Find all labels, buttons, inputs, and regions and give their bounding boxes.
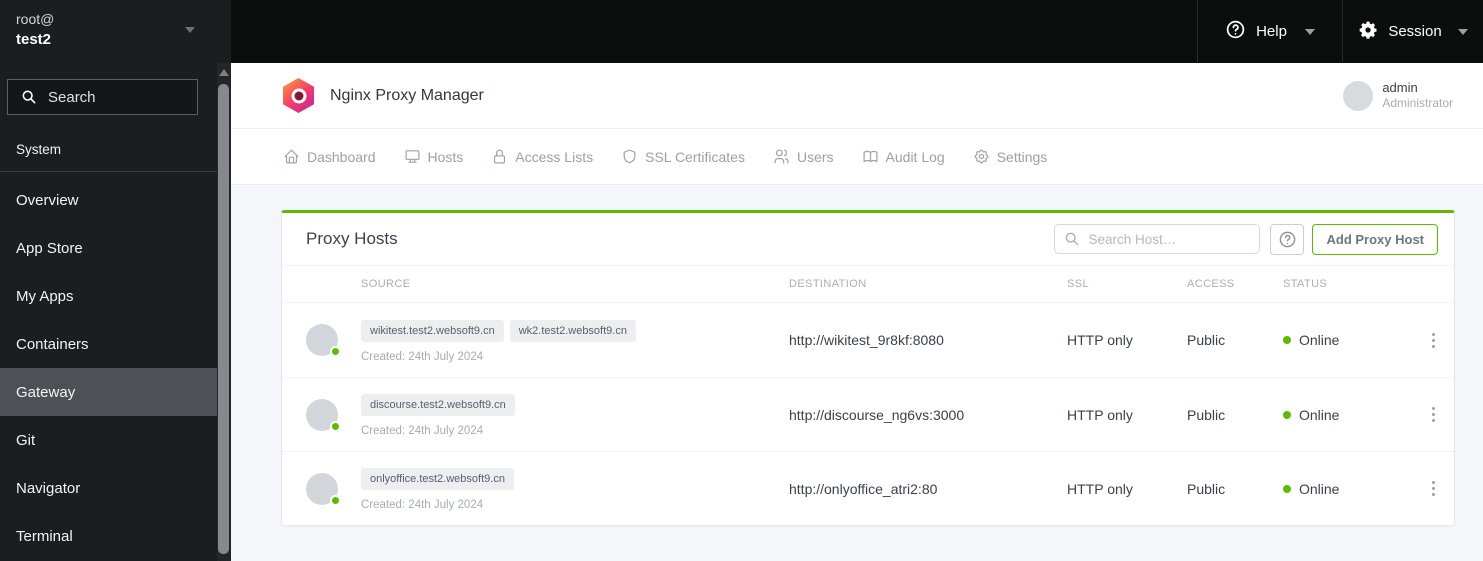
status-badge: Online [1299, 406, 1340, 423]
help-menu[interactable]: Help [1197, 0, 1342, 63]
shield-icon [623, 149, 636, 164]
app-header: Nginx Proxy Manager admin Administrator [231, 63, 1483, 128]
help-circle-icon [1225, 19, 1246, 44]
column-destination: DESTINATION [789, 278, 867, 290]
domain-tag: wk2.test2.websoft9.cn [509, 319, 636, 342]
tab-ssl-certificates[interactable]: SSL Certificates [621, 148, 745, 165]
main-content: Nginx Proxy Manager admin Administrator … [231, 63, 1483, 561]
sidebar-item-gateway[interactable]: Gateway [0, 368, 217, 416]
access-value: Public [1187, 480, 1226, 497]
tab-users[interactable]: Users [773, 148, 834, 165]
sidebar-item-terminal[interactable]: Terminal [0, 512, 217, 560]
sidebar-divider [0, 171, 217, 172]
chevron-down-icon [185, 27, 195, 33]
table-row: discourse.test2.websoft9.cn Created: 24t… [282, 377, 1454, 451]
status-badge: Online [1299, 480, 1340, 497]
nav-tabs: Dashboard Hosts Access Lists SSL Certifi… [231, 128, 1483, 185]
tab-audit-log[interactable]: Audit Log [862, 148, 945, 165]
table-row: onlyoffice.test2.websoft9.cn Created: 24… [282, 451, 1454, 525]
sidebar-item-navigator[interactable]: Navigator [0, 464, 217, 512]
column-ssl: SSL [1067, 278, 1089, 290]
access-value: Public [1187, 406, 1226, 423]
ssl-value: HTTP only [1067, 406, 1133, 423]
users-icon [774, 149, 789, 164]
sidebar-item-containers[interactable]: Containers [0, 320, 217, 368]
sidebar-nav: Overview App Store My Apps Containers Ga… [0, 176, 217, 560]
status-dot-icon [1283, 336, 1291, 344]
column-access: ACCESS [1187, 278, 1235, 290]
help-button[interactable] [1270, 223, 1305, 255]
search-icon [22, 90, 36, 104]
row-menu-button[interactable] [1423, 329, 1443, 352]
npm-logo-icon [283, 78, 314, 113]
tab-hosts[interactable]: Hosts [404, 148, 463, 165]
created-date: Created: 24th July 2024 [361, 350, 484, 363]
help-circle-icon [1279, 231, 1296, 247]
chevron-down-icon [1457, 28, 1468, 35]
user-menu[interactable]: admin Administrator [1343, 80, 1453, 111]
ssl-value: HTTP only [1067, 480, 1133, 497]
tab-access-lists[interactable]: Access Lists [491, 148, 593, 165]
domain-tag: discourse.test2.websoft9.cn [361, 394, 515, 416]
access-value: Public [1187, 332, 1226, 348]
sidebar-item-overview[interactable]: Overview [0, 176, 217, 224]
created-date: Created: 24th July 2024 [361, 425, 484, 437]
host-name-label: test2 [16, 31, 52, 48]
session-label: Session [1388, 23, 1442, 40]
status-dot-icon [1283, 410, 1291, 419]
add-proxy-host-button[interactable]: Add Proxy Host [1312, 223, 1438, 255]
column-status: STATUS [1283, 278, 1328, 290]
row-menu-button[interactable] [1423, 477, 1443, 500]
online-dot-icon [330, 346, 341, 357]
created-date: Created: 24th July 2024 [361, 499, 484, 511]
help-label: Help [1256, 23, 1287, 40]
gear-icon [974, 149, 989, 164]
row-menu-button[interactable] [1423, 403, 1443, 426]
online-dot-icon [330, 420, 341, 432]
page-title: Proxy Hosts [306, 229, 398, 248]
lock-icon [494, 149, 506, 164]
table-row: wikitest.test2.websoft9.cn wk2.test2.web… [282, 303, 1454, 377]
sidebar-search-input[interactable] [48, 88, 187, 106]
scroll-up-arrow-icon[interactable] [219, 69, 229, 76]
host-user-label: root@ [16, 11, 55, 27]
column-source: SOURCE [361, 278, 411, 290]
status-badge: Online [1299, 332, 1340, 348]
book-icon [863, 150, 878, 163]
domain-tag: onlyoffice.test2.websoft9.cn [361, 468, 514, 490]
ssl-value: HTTP only [1067, 332, 1133, 348]
sidebar-item-my-apps[interactable]: My Apps [0, 272, 217, 320]
status-dot-icon [1283, 484, 1291, 493]
gear-icon [1358, 20, 1378, 44]
home-icon [284, 149, 299, 164]
app-title: Nginx Proxy Manager [330, 86, 484, 104]
tab-dashboard[interactable]: Dashboard [283, 148, 376, 165]
monitor-icon [405, 150, 419, 163]
sidebar-item-app-store[interactable]: App Store [0, 224, 217, 272]
table-header: SOURCE DESTINATION SSL ACCESS STATUS [282, 265, 1454, 303]
destination: http://discourse_ng6vs:3000 [789, 406, 965, 423]
search-host-input[interactable] [1054, 224, 1261, 254]
user-role: Administrator [1382, 96, 1453, 110]
host-switcher[interactable]: root@ test2 [0, 0, 217, 63]
destination: http://wikitest_9r8kf:8080 [789, 332, 944, 348]
sidebar-section-label: System [16, 142, 62, 157]
domain-tag: wikitest.test2.websoft9.cn [361, 319, 504, 342]
session-menu[interactable]: Session [1342, 0, 1483, 63]
sidebar-search-box [7, 79, 198, 115]
sidebar-scrollbar[interactable] [217, 63, 231, 561]
sidebar: root@ test2 System Overview App Store My… [0, 0, 231, 561]
sidebar-item-git[interactable]: Git [0, 416, 217, 464]
chevron-down-icon [1304, 28, 1315, 35]
online-dot-icon [330, 494, 341, 506]
destination: http://onlyoffice_atri2:80 [789, 480, 938, 497]
topbar: Help Session [231, 0, 1483, 63]
user-name: admin [1382, 80, 1418, 95]
search-icon [1066, 232, 1079, 246]
proxy-hosts-card: Proxy Hosts Add Proxy Host SOURCE DESTIN… [281, 210, 1455, 526]
tab-settings[interactable]: Settings [973, 148, 1047, 165]
avatar [1343, 80, 1374, 111]
scrollbar-thumb[interactable] [218, 84, 229, 554]
